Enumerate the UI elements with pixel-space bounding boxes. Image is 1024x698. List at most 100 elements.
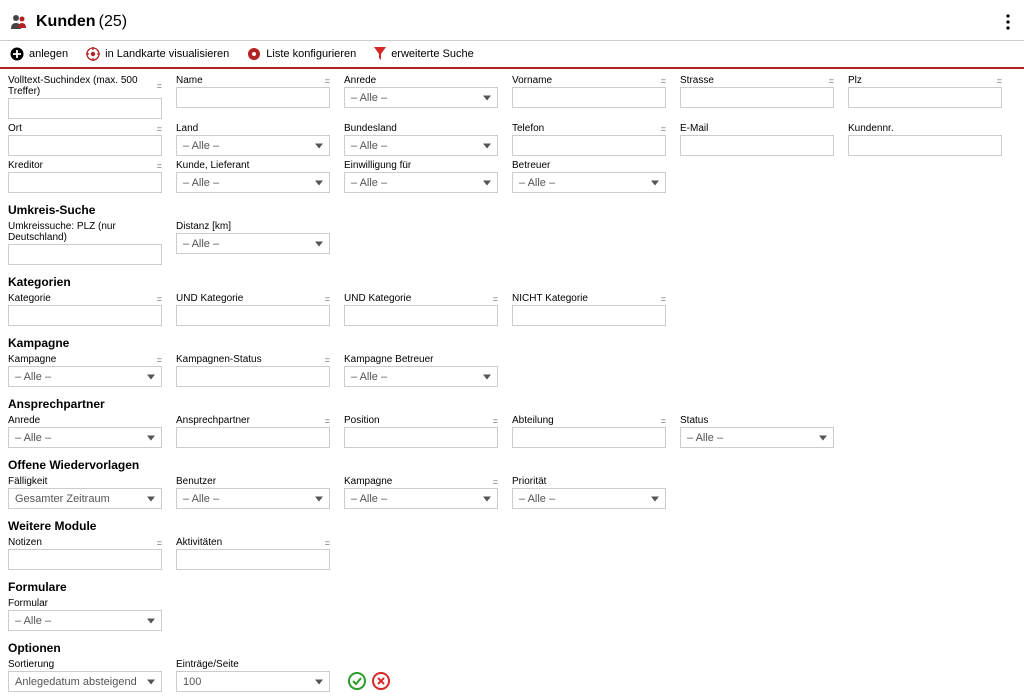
page-count: (25) (99, 13, 127, 31)
faelligkeit-select[interactable]: Gesamter Zeitraum (8, 488, 162, 509)
label-position: Position (344, 415, 380, 426)
eintraege-select[interactable]: 100 (176, 671, 330, 692)
label-anrede: Anrede (344, 75, 376, 86)
land-select[interactable]: – Alle – (176, 135, 330, 156)
anrede-select[interactable]: – Alle – (344, 87, 498, 108)
section-kampagne: Kampagne (8, 336, 1016, 350)
notizen-input[interactable] (8, 549, 162, 570)
section-optionen: Optionen (8, 641, 1016, 655)
formular-select[interactable]: – Alle – (8, 610, 162, 631)
label-einwilligung: Einwilligung für (344, 160, 411, 171)
label-formular: Formular (8, 598, 48, 609)
label-ww-kampagne: Kampagne (344, 476, 392, 487)
close-icon (376, 676, 386, 686)
label-kategorie: Kategorie (8, 293, 51, 304)
check-icon (352, 676, 362, 686)
sortierung-select[interactable]: Anlegedatum absteigend (8, 671, 162, 692)
filter-icon (374, 47, 386, 61)
label-email: E-Mail (680, 123, 708, 134)
plus-circle-icon (10, 47, 24, 61)
umkreis-plz-input[interactable] (8, 244, 162, 265)
nicht-kategorie-input[interactable] (512, 305, 666, 326)
ap-anrede-select[interactable]: – Alle – (8, 427, 162, 448)
ort-input[interactable] (8, 135, 162, 156)
label-ansprechpartner: Ansprechpartner (176, 415, 250, 426)
label-eintraege: Einträge/Seite (176, 659, 239, 670)
betreuer-select[interactable]: – Alle – (512, 172, 666, 193)
label-bundesland: Bundesland (344, 123, 397, 134)
label-faelligkeit: Fälligkeit (8, 476, 47, 487)
section-umkreis: Umkreis-Suche (8, 203, 1016, 217)
volltext-input[interactable] (8, 98, 162, 119)
label-und-kategorie-1: UND Kategorie (176, 293, 243, 304)
kampagne-betreuer-select[interactable]: – Alle – (344, 366, 498, 387)
label-prioritaet: Priorität (512, 476, 546, 487)
kampagne-select[interactable]: – Alle – (8, 366, 162, 387)
label-aktivitaeten: Aktivitäten (176, 537, 222, 548)
kundennr-input[interactable] (848, 135, 1002, 156)
label-umkreis-plz: Umkreissuche: PLZ (nur Deutschland) (8, 221, 162, 243)
bundesland-select[interactable]: – Alle – (344, 135, 498, 156)
email-input[interactable] (680, 135, 834, 156)
label-ort: Ort (8, 123, 22, 134)
gear-icon (247, 47, 261, 61)
label-kampagne: Kampagne (8, 354, 56, 365)
label-kundennr: Kundennr. (848, 123, 894, 134)
visualize-button[interactable]: in Landkarte visualisieren (86, 47, 229, 61)
label-ap-anrede: Anrede (8, 415, 40, 426)
section-wiedervorlagen: Offene Wiedervorlagen (8, 458, 1016, 472)
section-ansprechpartner: Ansprechpartner (8, 397, 1016, 411)
prioritaet-select[interactable]: – Alle – (512, 488, 666, 509)
und-kategorie-2-input[interactable] (344, 305, 498, 326)
customers-icon (10, 13, 28, 31)
benutzer-select[interactable]: – Alle – (176, 488, 330, 509)
section-weitere: Weitere Module (8, 519, 1016, 533)
label-plz: Plz (848, 75, 862, 86)
abteilung-input[interactable] (512, 427, 666, 448)
vorname-input[interactable] (512, 87, 666, 108)
advanced-search-button[interactable]: erweiterte Suche (374, 47, 474, 61)
label-kampagnen-status: Kampagnen-Status (176, 354, 262, 365)
label-status: Status (680, 415, 708, 426)
kampagnen-status-input[interactable] (176, 366, 330, 387)
label-abteilung: Abteilung (512, 415, 554, 426)
aktivitaeten-input[interactable] (176, 549, 330, 570)
strasse-input[interactable] (680, 87, 834, 108)
label-sortierung: Sortierung (8, 659, 54, 670)
label-name: Name (176, 75, 203, 86)
label-telefon: Telefon (512, 123, 544, 134)
cancel-button[interactable] (372, 672, 390, 690)
label-volltext: Volltext-Suchindex (max. 500 Treffer) (8, 75, 157, 97)
position-input[interactable] (344, 427, 498, 448)
target-icon (86, 47, 100, 61)
und-kategorie-1-input[interactable] (176, 305, 330, 326)
plz-input[interactable] (848, 87, 1002, 108)
ww-kampagne-select[interactable]: – Alle – (344, 488, 498, 509)
configure-button[interactable]: Liste konfigurieren (247, 47, 356, 61)
kategorie-input[interactable] (8, 305, 162, 326)
distanz-select[interactable]: – Alle – (176, 233, 330, 254)
label-benutzer: Benutzer (176, 476, 216, 487)
label-kreditor: Kreditor (8, 160, 43, 171)
anlegen-button[interactable]: anlegen (10, 47, 68, 61)
label-land: Land (176, 123, 198, 134)
label-kampagne-betreuer: Kampagne Betreuer (344, 354, 434, 365)
page-title: Kunden (36, 13, 96, 31)
kreditor-input[interactable] (8, 172, 162, 193)
name-input[interactable] (176, 87, 330, 108)
confirm-button[interactable] (348, 672, 366, 690)
status-select[interactable]: – Alle – (680, 427, 834, 448)
label-und-kategorie-2: UND Kategorie (344, 293, 411, 304)
ansprechpartner-input[interactable] (176, 427, 330, 448)
label-strasse: Strasse (680, 75, 714, 86)
more-menu-button[interactable] (1002, 10, 1014, 34)
kunde-lieferant-select[interactable]: – Alle – (176, 172, 330, 193)
telefon-input[interactable] (512, 135, 666, 156)
label-kunde-lieferant: Kunde, Lieferant (176, 160, 249, 171)
section-kategorien: Kategorien (8, 275, 1016, 289)
einwilligung-select[interactable]: – Alle – (344, 172, 498, 193)
section-formulare: Formulare (8, 580, 1016, 594)
label-betreuer: Betreuer (512, 160, 550, 171)
label-vorname: Vorname (512, 75, 552, 86)
label-distanz: Distanz [km] (176, 221, 231, 232)
